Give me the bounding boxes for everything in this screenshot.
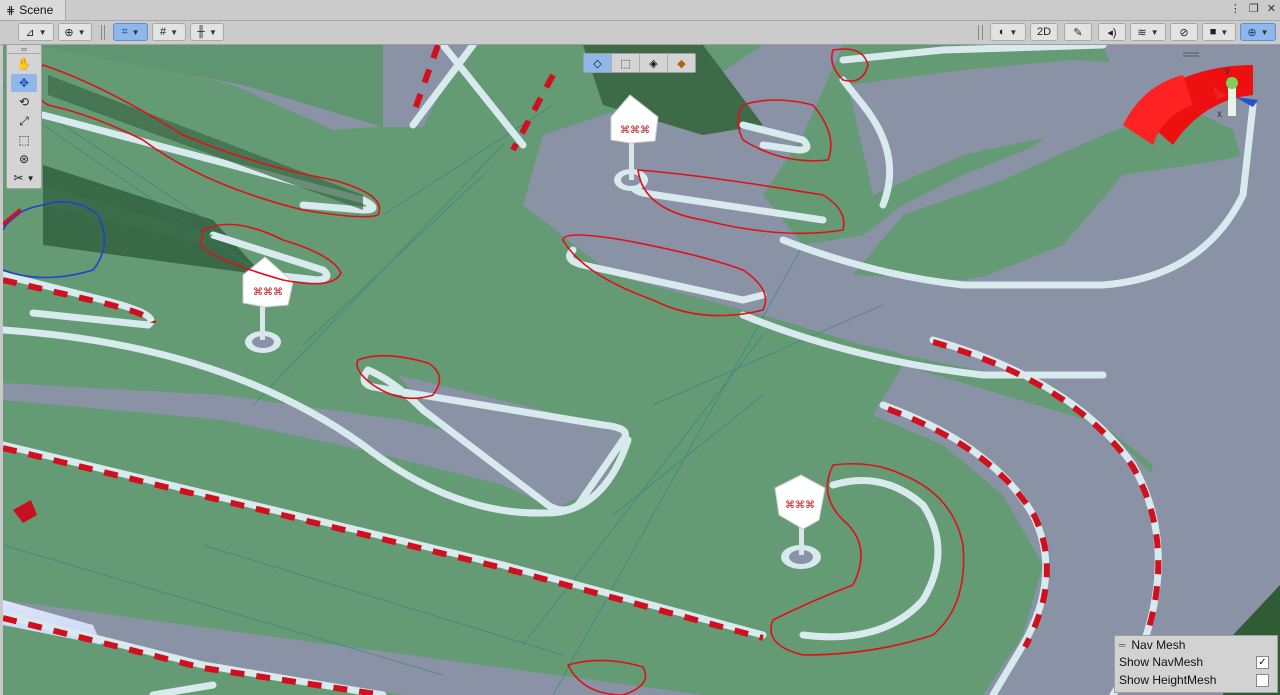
speaker-icon: ◂) (1107, 26, 1117, 39)
increment-snap-button[interactable]: ╫ ▼ (190, 23, 224, 41)
toggle-2d-label: 2D (1036, 26, 1052, 38)
layers-icon: ≋ (1137, 26, 1147, 39)
shaded-cube-button[interactable]: ◆ (668, 54, 695, 72)
svg-text:⌘⌘⌘: ⌘⌘⌘ (253, 287, 283, 298)
grid-snap-button[interactable]: ⌗ ▼ (113, 23, 148, 41)
eye-slash-icon: ⊘ (1179, 26, 1189, 39)
navmesh-panel-header[interactable]: ═ Nav Mesh (1119, 637, 1273, 653)
gizmo-x-label: x (1217, 109, 1222, 120)
camera-icon: ■ (1209, 26, 1217, 38)
grid-icon: ⋕ (6, 4, 16, 17)
maximize-icon[interactable]: ❐ (1249, 2, 1259, 15)
audio-button[interactable]: ◂) (1098, 23, 1126, 41)
shaded-cube-icon: ◆ (677, 57, 686, 70)
shading-mode-button[interactable]: ◐ ▼ (990, 23, 1026, 41)
sphere-icon: ◐ (998, 26, 1006, 38)
effects-button[interactable]: ≋ ▼ (1130, 23, 1166, 41)
svg-text:⌘⌘⌘: ⌘⌘⌘ (620, 125, 650, 136)
grid-snap-icon: ⌗ (121, 25, 128, 38)
snap-increment-icon: ╫ (197, 26, 205, 38)
tools-overlay: ═ ✋ ✥ ⟲ ⤢ ⬚ ⊛ ✂ ▼ (6, 44, 42, 189)
hand-icon: ✋ (16, 57, 32, 71)
wire-cube-button[interactable]: ◈ (640, 54, 668, 72)
navmesh-overlay-panel: ═ Nav Mesh Show NavMesh ✓ Show HeightMes… (1114, 635, 1278, 693)
scale-icon: ⤢ (19, 113, 29, 128)
menu-icon[interactable]: ⋮ (1230, 2, 1241, 15)
globe-icon: ⊕ (64, 26, 74, 39)
gizmo-y-label: y (1225, 65, 1230, 76)
transform-tool[interactable]: ⊛ (11, 150, 37, 168)
rect-select-icon: ⬚ (620, 57, 631, 70)
show-heightmesh-label: Show HeightMesh (1119, 673, 1217, 687)
rect-icon: ⬚ (18, 133, 30, 147)
gizmo-icon: ⊕ (1247, 26, 1257, 39)
transform-icon: ⊛ (18, 152, 30, 166)
rotate-tool[interactable]: ⟲ (11, 93, 37, 111)
camera-button[interactable]: ■ ▼ (1202, 23, 1236, 41)
rotate-icon: ⟲ (18, 95, 30, 109)
wire-cube-icon: ◈ (649, 57, 658, 70)
global-local-button[interactable]: ⊕ ▼ (58, 23, 92, 41)
cube-view-button[interactable]: ◇ (584, 54, 612, 72)
scene-render: ⌘⌘⌘ ⌘⌘⌘ ⌘⌘⌘ y x (3, 45, 1280, 695)
view-mode-overlay: ◇ ⬚ ◈ ◆ (583, 53, 696, 73)
hand-tool[interactable]: ✋ (11, 55, 37, 73)
navmesh-panel-title: Nav Mesh (1131, 638, 1186, 652)
show-navmesh-checkbox[interactable]: ✓ (1256, 655, 1269, 669)
move-icon: ✥ (18, 76, 30, 90)
toggle-2d-button[interactable]: 2D (1030, 23, 1058, 41)
custom-tool-icon: ✂ (13, 171, 24, 185)
close-icon[interactable]: ✕ (1267, 2, 1276, 15)
show-navmesh-label: Show NavMesh (1119, 655, 1204, 669)
scene-tab[interactable]: ⋕ Scene (0, 0, 66, 20)
scene-viewport[interactable]: ⌘⌘⌘ ⌘⌘⌘ ⌘⌘⌘ y x (3, 45, 1280, 695)
custom-tool[interactable]: ✂ ▼ (11, 169, 37, 187)
grid-visibility-icon: # (159, 26, 167, 38)
drag-handle-icon: ═ (1119, 640, 1126, 650)
lighting-button[interactable]: ✎ (1064, 23, 1092, 41)
show-navmesh-row[interactable]: Show NavMesh ✓ (1119, 654, 1273, 670)
show-heightmesh-checkbox[interactable] (1256, 673, 1269, 687)
draw-mode-button[interactable]: ⊿ ▼ (18, 23, 54, 41)
gizmos-button[interactable]: ⊕ ▼ (1240, 23, 1276, 41)
draw-mode-icon: ⊿ (25, 26, 35, 39)
rect-select-button[interactable]: ⬚ (612, 54, 640, 72)
cube-icon: ◇ (593, 57, 602, 70)
svg-text:⌘⌘⌘: ⌘⌘⌘ (785, 500, 815, 511)
scene-toolbar: ⊿ ▼ ⊕ ▼ ⌗ ▼ # ▼ ╫ ▼ ◐ ▼ 2D ✎ ◂) ≋ ▼ ⊘ ■ ▼ ⊕ ▼ (0, 21, 1280, 45)
scale-tool[interactable]: ⤢ (11, 112, 37, 130)
hidden-objects-button[interactable]: ⊘ (1170, 23, 1198, 41)
rect-tool[interactable]: ⬚ (11, 131, 37, 149)
scene-tab-bar: ⋕ Scene ⋮ ❐ ✕ (0, 0, 1280, 21)
show-heightmesh-row[interactable]: Show HeightMesh (1119, 672, 1273, 688)
grid-visibility-button[interactable]: # ▼ (152, 23, 186, 41)
light-bulb-icon: ✎ (1073, 26, 1083, 39)
move-tool[interactable]: ✥ (11, 74, 37, 92)
scene-tab-title: Scene (19, 3, 54, 17)
tools-grip[interactable]: ═ (7, 45, 41, 54)
